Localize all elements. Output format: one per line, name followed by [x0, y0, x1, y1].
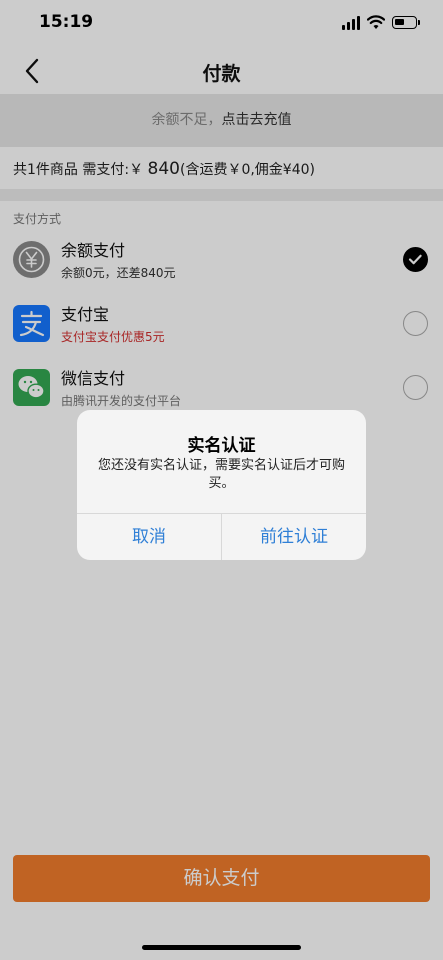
alert-title: 实名认证 — [187, 436, 256, 456]
alert-go-verify-button[interactable]: 前往认证 — [222, 514, 366, 560]
alert-cancel-button[interactable]: 取消 — [77, 514, 221, 560]
verification-alert: 实名认证 您还没有实名认证，需要实名认证后才可购买。 取消 前往认证 — [77, 410, 366, 560]
home-indicator[interactable] — [142, 945, 301, 950]
alert-message: 您还没有实名认证，需要实名认证后才可购买。 — [97, 458, 345, 491]
